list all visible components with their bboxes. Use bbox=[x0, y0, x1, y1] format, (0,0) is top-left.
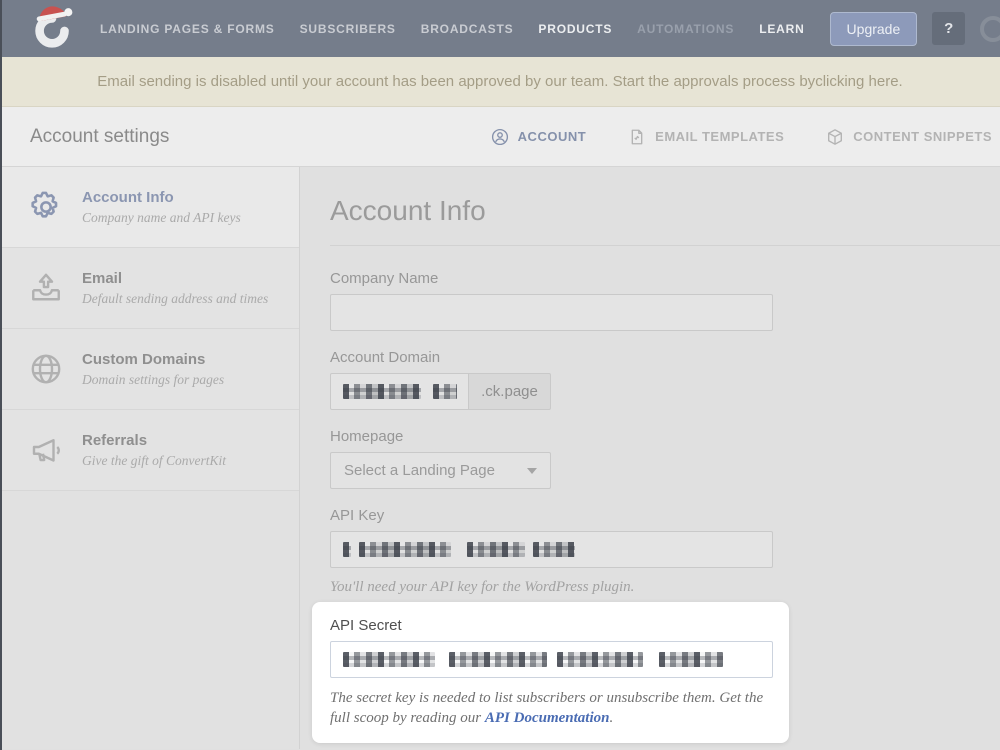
tab-content-snippets-label: CONTENT SNIPPETS bbox=[853, 129, 992, 144]
sidebar-item-text: Referrals Give the gift of ConvertKit bbox=[82, 432, 226, 469]
settings-tabs: ACCOUNT EMAIL TEMPLATES CONTENT SNIPPETS bbox=[491, 128, 992, 146]
nav-landing-pages-forms[interactable]: LANDING PAGES & FORMS bbox=[100, 22, 275, 36]
screen-left-edge bbox=[0, 0, 2, 750]
nav-automations[interactable]: AUTOMATIONS bbox=[637, 22, 734, 36]
sidebar-referrals-title: Referrals bbox=[82, 432, 226, 449]
settings-sidebar: Account Info Company name and API keys E… bbox=[0, 167, 300, 749]
page-title: Account settings bbox=[30, 126, 169, 148]
sidebar-item-text: Email Default sending address and times bbox=[82, 270, 268, 307]
settings-header: Account settings ACCOUNT EMAIL TEMPLATES bbox=[0, 107, 1000, 167]
account-domain-input[interactable] bbox=[330, 373, 469, 410]
company-name-input[interactable] bbox=[330, 294, 773, 331]
tab-content-snippets[interactable]: CONTENT SNIPPETS bbox=[826, 128, 992, 146]
sidebar-custom-domains-subtitle: Domain settings for pages bbox=[82, 372, 224, 388]
homepage-select[interactable]: Select a Landing Page bbox=[330, 452, 551, 489]
sidebar-item-email[interactable]: Email Default sending address and times bbox=[2, 248, 299, 329]
nav-learn[interactable]: LEARN bbox=[759, 22, 804, 36]
sidebar-email-subtitle: Default sending address and times bbox=[82, 291, 268, 307]
section-title: Account Info bbox=[330, 195, 1000, 227]
tab-email-templates-label: EMAIL TEMPLATES bbox=[655, 129, 784, 144]
document-icon bbox=[628, 128, 646, 146]
redacted-api-key-value bbox=[343, 542, 575, 557]
sidebar-item-text: Custom Domains Domain settings for pages bbox=[82, 351, 224, 388]
api-key-helper: You'll need your API key for the WordPre… bbox=[330, 579, 1000, 596]
convertkit-account-settings-page: LANDING PAGES & FORMS SUBSCRIBERS BROADC… bbox=[0, 0, 1000, 750]
homepage-label: Homepage bbox=[330, 428, 1000, 445]
sidebar-item-account-info[interactable]: Account Info Company name and API keys bbox=[2, 167, 299, 248]
sidebar-email-title: Email bbox=[82, 270, 268, 287]
globe-icon bbox=[28, 351, 64, 387]
convertkit-santa-logo-icon[interactable] bbox=[30, 1, 76, 55]
account-domain-group: .ck.page bbox=[330, 373, 1000, 410]
sidebar-referrals-subtitle: Give the gift of ConvertKit bbox=[82, 453, 226, 469]
notification-ring-icon[interactable] bbox=[980, 16, 1000, 42]
tab-account-label: ACCOUNT bbox=[518, 129, 587, 144]
api-secret-input[interactable] bbox=[330, 641, 773, 678]
upgrade-button[interactable]: Upgrade bbox=[830, 12, 918, 46]
homepage-select-value: Select a Landing Page bbox=[344, 462, 495, 479]
top-nav: LANDING PAGES & FORMS SUBSCRIBERS BROADC… bbox=[0, 0, 1000, 57]
redacted-api-secret-value bbox=[343, 652, 723, 667]
gear-icon bbox=[28, 189, 64, 225]
domain-suffix-addon: .ck.page bbox=[469, 373, 551, 410]
api-documentation-link[interactable]: API Documentation bbox=[485, 710, 610, 726]
select-caret-icon bbox=[527, 468, 537, 474]
api-secret-label: API Secret bbox=[330, 617, 773, 634]
help-button[interactable]: ? bbox=[932, 12, 965, 45]
megaphone-icon bbox=[28, 432, 64, 468]
tab-email-templates[interactable]: EMAIL TEMPLATES bbox=[628, 128, 784, 146]
cube-icon bbox=[826, 128, 844, 146]
sidebar-account-info-title: Account Info bbox=[82, 189, 241, 206]
section-divider bbox=[330, 245, 1000, 246]
api-key-label: API Key bbox=[330, 507, 1000, 524]
api-key-input[interactable] bbox=[330, 531, 773, 568]
outbox-icon bbox=[28, 270, 64, 306]
nav-products[interactable]: PRODUCTS bbox=[538, 22, 612, 36]
sidebar-item-custom-domains[interactable]: Custom Domains Domain settings for pages bbox=[2, 329, 299, 410]
api-secret-helper: The secret key is needed to list subscri… bbox=[330, 688, 771, 729]
sidebar-item-text: Account Info Company name and API keys bbox=[82, 189, 241, 226]
banner-clicking-here-link[interactable]: clicking here. bbox=[815, 73, 903, 90]
nav-broadcasts[interactable]: BROADCASTS bbox=[421, 22, 514, 36]
tab-account[interactable]: ACCOUNT bbox=[491, 128, 587, 146]
account-info-panel: Account Info Company Name Account Domain… bbox=[300, 167, 1000, 749]
settings-body: Account Info Company name and API keys E… bbox=[0, 167, 1000, 749]
api-secret-card: API Secret The secret key is needed to l… bbox=[312, 602, 789, 743]
email-disabled-banner: Email sending is disabled until your acc… bbox=[0, 57, 1000, 107]
sidebar-custom-domains-title: Custom Domains bbox=[82, 351, 224, 368]
person-circle-icon bbox=[491, 128, 509, 146]
nav-right-cluster: Upgrade ? bbox=[830, 12, 1000, 46]
redacted-domain-value bbox=[343, 384, 457, 399]
api-secret-helper-period: . bbox=[609, 710, 613, 726]
company-name-label: Company Name bbox=[330, 270, 1000, 287]
nav-subscribers[interactable]: SUBSCRIBERS bbox=[300, 22, 396, 36]
banner-text: Email sending is disabled until your acc… bbox=[97, 73, 815, 90]
account-domain-label: Account Domain bbox=[330, 349, 1000, 366]
sidebar-account-info-subtitle: Company name and API keys bbox=[82, 210, 241, 226]
sidebar-item-referrals[interactable]: Referrals Give the gift of ConvertKit bbox=[2, 410, 299, 491]
